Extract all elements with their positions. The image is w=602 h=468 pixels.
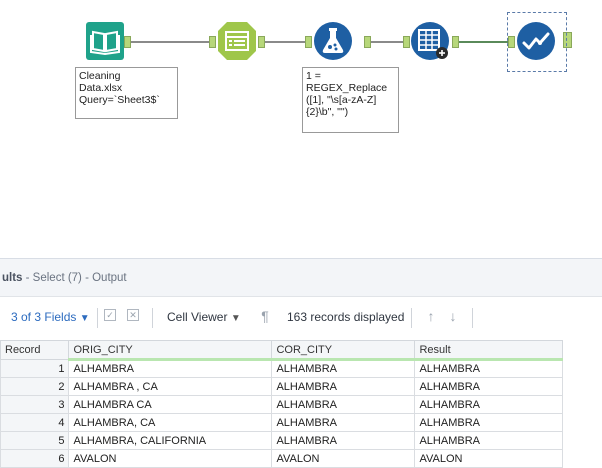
column-header-record[interactable]: Record	[0, 340, 70, 360]
output-anchor[interactable]	[364, 36, 371, 48]
check-wave-icon	[517, 22, 555, 60]
toolbar-separator	[152, 308, 153, 328]
table-row[interactable]: 2 ALHAMBRA , CA ALHAMBRA ALHAMBRA	[0, 377, 564, 396]
toolbar-separator	[411, 308, 412, 328]
cell-cor-city[interactable]: ALHAMBRA	[271, 359, 416, 378]
table-plus-icon	[411, 22, 449, 60]
output-anchor[interactable]	[124, 36, 131, 48]
fields-dropdown[interactable]: 3 of 3 Fields ▼	[11, 310, 90, 324]
results-panel: ults - Select (7) - Output 3 of 3 Fields…	[0, 258, 602, 468]
data-cleansing-tool[interactable]	[410, 21, 450, 61]
column-header-cor-city[interactable]: COR_CITY	[271, 340, 416, 361]
cell-viewer-label: Cell Viewer	[167, 310, 228, 324]
record-number: 6	[0, 449, 70, 468]
connection-line	[370, 41, 406, 43]
cell-orig-city[interactable]: AVALON	[68, 449, 273, 468]
chevron-down-icon: ▼	[230, 313, 241, 324]
record-number: 5	[0, 431, 70, 450]
input-anchor[interactable]	[209, 36, 216, 48]
results-table: Record ORIG_CITY COR_CITY Result 1 ALHAM…	[0, 340, 564, 468]
results-title-rest: - Select (7) - Output	[22, 272, 127, 284]
fields-dropdown-label: 3 of 3 Fields	[11, 310, 77, 324]
cell-result[interactable]: ALHAMBRA	[414, 413, 564, 432]
input-anchor[interactable]	[403, 36, 410, 48]
output-anchor[interactable]	[258, 36, 265, 48]
table-row[interactable]: 6 AVALON AVALON AVALON	[0, 449, 564, 468]
connection-line	[264, 41, 309, 43]
uncheck-all-icon[interactable]: ✕	[127, 309, 139, 321]
table-header-row: Record ORIG_CITY COR_CITY Result	[0, 340, 564, 361]
table-row[interactable]: 3 ALHAMBRA CA ALHAMBRA ALHAMBRA	[0, 395, 564, 414]
cell-orig-city[interactable]: ALHAMBRA	[68, 359, 273, 378]
select-tool[interactable]	[217, 21, 257, 61]
connection-line	[459, 41, 511, 43]
select-list-icon	[218, 22, 256, 60]
table-row[interactable]: 1 ALHAMBRA ALHAMBRA ALHAMBRA	[0, 359, 564, 378]
records-count: 163 records displayed	[287, 310, 405, 324]
formula-tool[interactable]	[313, 21, 353, 61]
cell-cor-city[interactable]: AVALON	[271, 449, 416, 468]
cell-result[interactable]: ALHAMBRA	[414, 359, 564, 378]
results-title-prefix: ults	[2, 272, 23, 284]
workflow-canvas[interactable]: Cleaning Data.xlsx Query=`Sheet3$` 1 = R…	[0, 0, 602, 258]
cell-result[interactable]: ALHAMBRA	[414, 395, 564, 414]
cell-cor-city[interactable]: ALHAMBRA	[271, 395, 416, 414]
cell-result[interactable]: ALHAMBRA	[414, 431, 564, 450]
cell-cor-city[interactable]: ALHAMBRA	[271, 377, 416, 396]
cell-cor-city[interactable]: ALHAMBRA	[271, 431, 416, 450]
formula-annotation: 1 = REGEX_Replace ([1], "\s[a-zA-Z] {2}\…	[302, 67, 399, 133]
record-number: 2	[0, 377, 70, 396]
cell-result[interactable]: ALHAMBRA	[414, 377, 564, 396]
record-number: 4	[0, 413, 70, 432]
cell-orig-city[interactable]: ALHAMBRA, CA	[68, 413, 273, 432]
flask-icon	[314, 22, 352, 60]
results-grid: Record ORIG_CITY COR_CITY Result 1 ALHAM…	[0, 340, 602, 468]
input-annotation: Cleaning Data.xlsx Query=`Sheet3$`	[75, 67, 178, 119]
input-anchor[interactable]	[305, 36, 312, 48]
results-header: ults - Select (7) - Output	[0, 259, 602, 297]
table-row[interactable]: 4 ALHAMBRA, CA ALHAMBRA ALHAMBRA	[0, 413, 564, 432]
browse-tool[interactable]	[516, 21, 556, 61]
cell-orig-city[interactable]: ALHAMBRA , CA	[68, 377, 273, 396]
record-number: 3	[0, 395, 70, 414]
results-title: ults - Select (7) - Output	[2, 272, 127, 284]
pilcrow-icon[interactable]: ¶	[258, 309, 272, 323]
output-anchor[interactable]	[452, 36, 459, 48]
results-toolbar: 3 of 3 Fields ▼ ✓ ✕ Cell Viewer ▼ ¶ 163 …	[0, 298, 602, 338]
column-header-result[interactable]: Result	[414, 340, 564, 361]
input-data-tool[interactable]	[85, 21, 125, 61]
toolbar-separator	[472, 308, 473, 328]
cell-orig-city[interactable]: ALHAMBRA, CALIFORNIA	[68, 431, 273, 450]
record-number: 1	[0, 359, 70, 378]
arrow-down-icon[interactable]: ↓	[446, 309, 460, 323]
cell-cor-city[interactable]: ALHAMBRA	[271, 413, 416, 432]
toolbar-separator	[97, 308, 98, 328]
connection-line	[129, 41, 211, 43]
table-row[interactable]: 5 ALHAMBRA, CALIFORNIA ALHAMBRA ALHAMBRA	[0, 431, 564, 450]
book-icon	[86, 22, 124, 60]
cell-result[interactable]: AVALON	[414, 449, 564, 468]
cell-orig-city[interactable]: ALHAMBRA CA	[68, 395, 273, 414]
chevron-down-icon: ▼	[79, 313, 90, 324]
check-all-icon[interactable]: ✓	[104, 309, 116, 321]
cell-viewer-dropdown[interactable]: Cell Viewer ▼	[167, 310, 241, 324]
arrow-up-icon[interactable]: ↑	[424, 309, 438, 323]
column-header-orig-city[interactable]: ORIG_CITY	[68, 340, 273, 361]
